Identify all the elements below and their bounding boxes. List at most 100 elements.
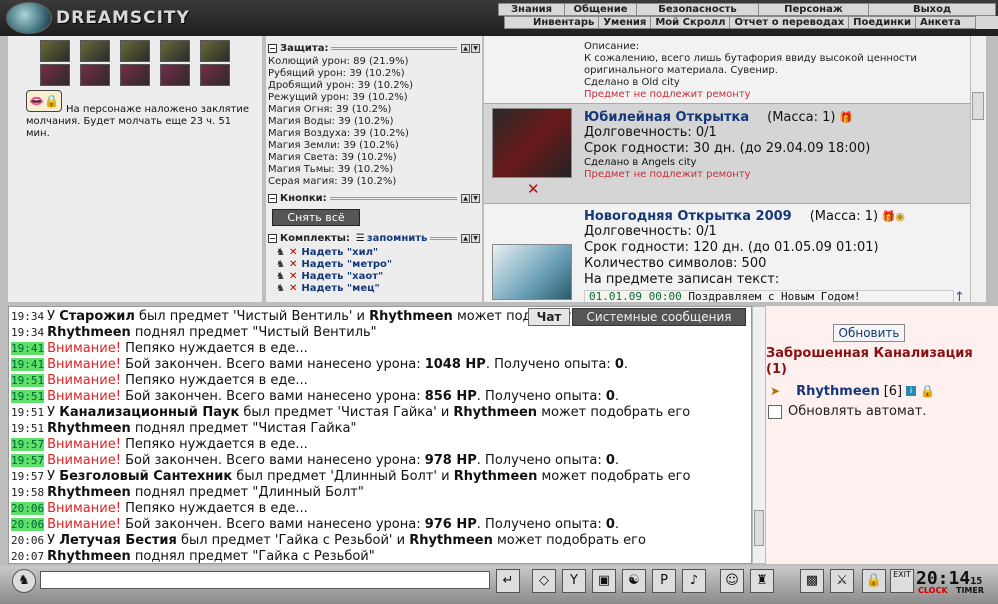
chat-bold-text[interactable]: Rhythmeen	[453, 405, 537, 420]
chat-bold-text[interactable]: Rhythmeen	[47, 325, 131, 340]
chat-bold-text[interactable]: Rhythmeen	[409, 533, 493, 548]
send-icon[interactable]: ↵	[496, 569, 520, 593]
attack-icon[interactable]: ➤	[770, 384, 780, 398]
card-image[interactable]	[492, 244, 572, 300]
collapse-icon[interactable]: −	[268, 233, 277, 243]
kit-link[interactable]: Надеть "хаот"	[301, 271, 383, 283]
kit-link[interactable]: Надеть "хил"	[301, 247, 378, 259]
tab-chat[interactable]: Чат	[528, 308, 570, 326]
items-scroll-thumb[interactable]	[972, 92, 984, 120]
arrow-up-icon[interactable]: ▲	[461, 193, 470, 203]
delete-icon[interactable]: ✕	[289, 271, 297, 283]
arrow-up-icon[interactable]: ▲	[461, 233, 470, 243]
chat-timestamp[interactable]: 19:51	[11, 422, 44, 435]
fight-icon[interactable]: ⚔	[830, 569, 854, 593]
delete-icon[interactable]: ✕	[527, 180, 540, 198]
equip-slot-10[interactable]	[200, 64, 230, 86]
logo[interactable]: DREAMSCITY	[6, 2, 216, 34]
menu-security[interactable]: Безопасность	[637, 4, 759, 15]
chat-timestamp[interactable]: 19:58	[11, 486, 44, 499]
equip-slot-1[interactable]	[40, 40, 70, 62]
chat-line: 19:34 У Старожил был предмет 'Чистый Вент…	[11, 309, 606, 324]
chat-timestamp[interactable]: 20:06	[11, 502, 45, 515]
equip-slot-5[interactable]	[200, 40, 230, 62]
chat-mode-icon[interactable]: ♞	[12, 569, 36, 593]
chat-bold-text[interactable]: Rhythmeen	[369, 309, 453, 324]
sound-icon[interactable]: ♪	[682, 569, 706, 593]
chat-timestamp[interactable]: 19:34	[11, 326, 44, 339]
equip-slot-2[interactable]	[80, 40, 110, 62]
delete-icon[interactable]: ✕	[289, 259, 297, 271]
clock-label[interactable]: CLOCK	[918, 586, 948, 595]
chat-bold-text[interactable]: Rhythmeen	[47, 485, 131, 500]
eraser-icon[interactable]: ◇	[532, 569, 556, 593]
equip-slot-3[interactable]	[120, 40, 150, 62]
chat-bold-text[interactable]: Rhythmeen	[454, 469, 538, 484]
submenu-duels[interactable]: Поединки	[849, 17, 916, 28]
arrow-up-icon[interactable]: ▲	[461, 43, 470, 53]
chat-timestamp[interactable]: 19:51	[11, 406, 44, 419]
walk-icon[interactable]: ☯	[622, 569, 646, 593]
scroll-top-icon[interactable]: ↑	[954, 290, 965, 302]
chat-timestamp[interactable]: 19:41	[11, 342, 45, 355]
delete-icon[interactable]: ✕	[289, 283, 297, 295]
exit-icon[interactable]: EXIT	[890, 569, 914, 593]
chat-timestamp[interactable]: 20:06	[11, 534, 44, 547]
item-name[interactable]: Новогодняя Открытка 2009	[584, 209, 792, 224]
auto-update-checkbox[interactable]	[768, 404, 782, 419]
remember-link[interactable]: запомнить	[367, 233, 428, 244]
timer-label[interactable]: TIMER	[956, 586, 984, 595]
chat-timestamp[interactable]: 19:57	[11, 454, 45, 467]
submenu-transfer-report[interactable]: Отчет о переводах	[730, 17, 850, 28]
chat-bold-text[interactable]: Rhythmeen	[47, 549, 131, 563]
kit-link[interactable]: Надеть "метро"	[301, 259, 392, 271]
card-image[interactable]	[492, 108, 572, 178]
menu-character[interactable]: Персонаж	[759, 4, 869, 15]
chat-timestamp[interactable]: 20:06	[11, 518, 45, 531]
pager-icon[interactable]: P	[652, 569, 676, 593]
delete-icon[interactable]: ✕	[289, 247, 297, 259]
chat-timestamp[interactable]: 19:57	[11, 438, 45, 451]
refresh-button[interactable]: Обновить	[833, 324, 905, 342]
equip-slot-7[interactable]	[80, 64, 110, 86]
bag-icon[interactable]: ▩	[800, 569, 824, 593]
submenu-inventory[interactable]: Инвентарь	[505, 17, 600, 28]
info-icon[interactable]: i	[906, 386, 917, 396]
chat-timestamp[interactable]: 20:07	[11, 550, 44, 563]
remove-all-button[interactable]: Снять всё	[272, 209, 360, 226]
menu-knowledge[interactable]: Знания	[499, 4, 565, 15]
chat-timestamp[interactable]: 19:57	[11, 470, 44, 483]
arrow-down-icon[interactable]: ▼	[471, 43, 480, 53]
arrow-down-icon[interactable]: ▼	[471, 233, 480, 243]
menu-exit[interactable]: Выход	[869, 4, 995, 15]
chat-bold-text[interactable]: Rhythmeen	[47, 421, 131, 436]
chat-timestamp[interactable]: 19:51	[11, 374, 45, 387]
kit-link[interactable]: Надеть "мец"	[301, 283, 379, 295]
collapse-icon[interactable]: −	[268, 193, 277, 203]
helmet-icon[interactable]: ♜	[750, 569, 774, 593]
player-name[interactable]: Rhythmeen	[796, 384, 880, 399]
submenu-my-scroll[interactable]: Мой Скролл	[651, 17, 731, 28]
equip-slot-9[interactable]	[160, 64, 190, 86]
menu-social[interactable]: Общение	[565, 4, 637, 15]
smile-icon[interactable]: ☺	[720, 569, 744, 593]
chat-timestamp[interactable]: 19:41	[11, 358, 45, 371]
chat-timestamp[interactable]: 19:51	[11, 390, 45, 403]
chat-input[interactable]	[40, 571, 490, 589]
window-buttons[interactable]	[976, 16, 998, 29]
chat-scroll-thumb[interactable]	[754, 510, 764, 546]
submenu-skills[interactable]: Умения	[599, 17, 652, 28]
tab-system-messages[interactable]: Системные сообщения	[572, 308, 746, 326]
items-scrollbar[interactable]	[970, 36, 986, 302]
submenu-profile[interactable]: Анкета	[916, 17, 965, 28]
chat-timestamp[interactable]: 19:34	[11, 310, 44, 323]
equip-slot-4[interactable]	[160, 40, 190, 62]
filter-icon[interactable]: Y	[562, 569, 586, 593]
collapse-icon[interactable]: −	[268, 43, 277, 53]
save-icon[interactable]: ▣	[592, 569, 616, 593]
lock-icon[interactable]: 🔒	[862, 569, 886, 593]
item-name[interactable]: Юбилейная Открытка	[584, 110, 749, 125]
equip-slot-8[interactable]	[120, 64, 150, 86]
arrow-down-icon[interactable]: ▼	[471, 193, 480, 203]
equip-slot-6[interactable]	[40, 64, 70, 86]
